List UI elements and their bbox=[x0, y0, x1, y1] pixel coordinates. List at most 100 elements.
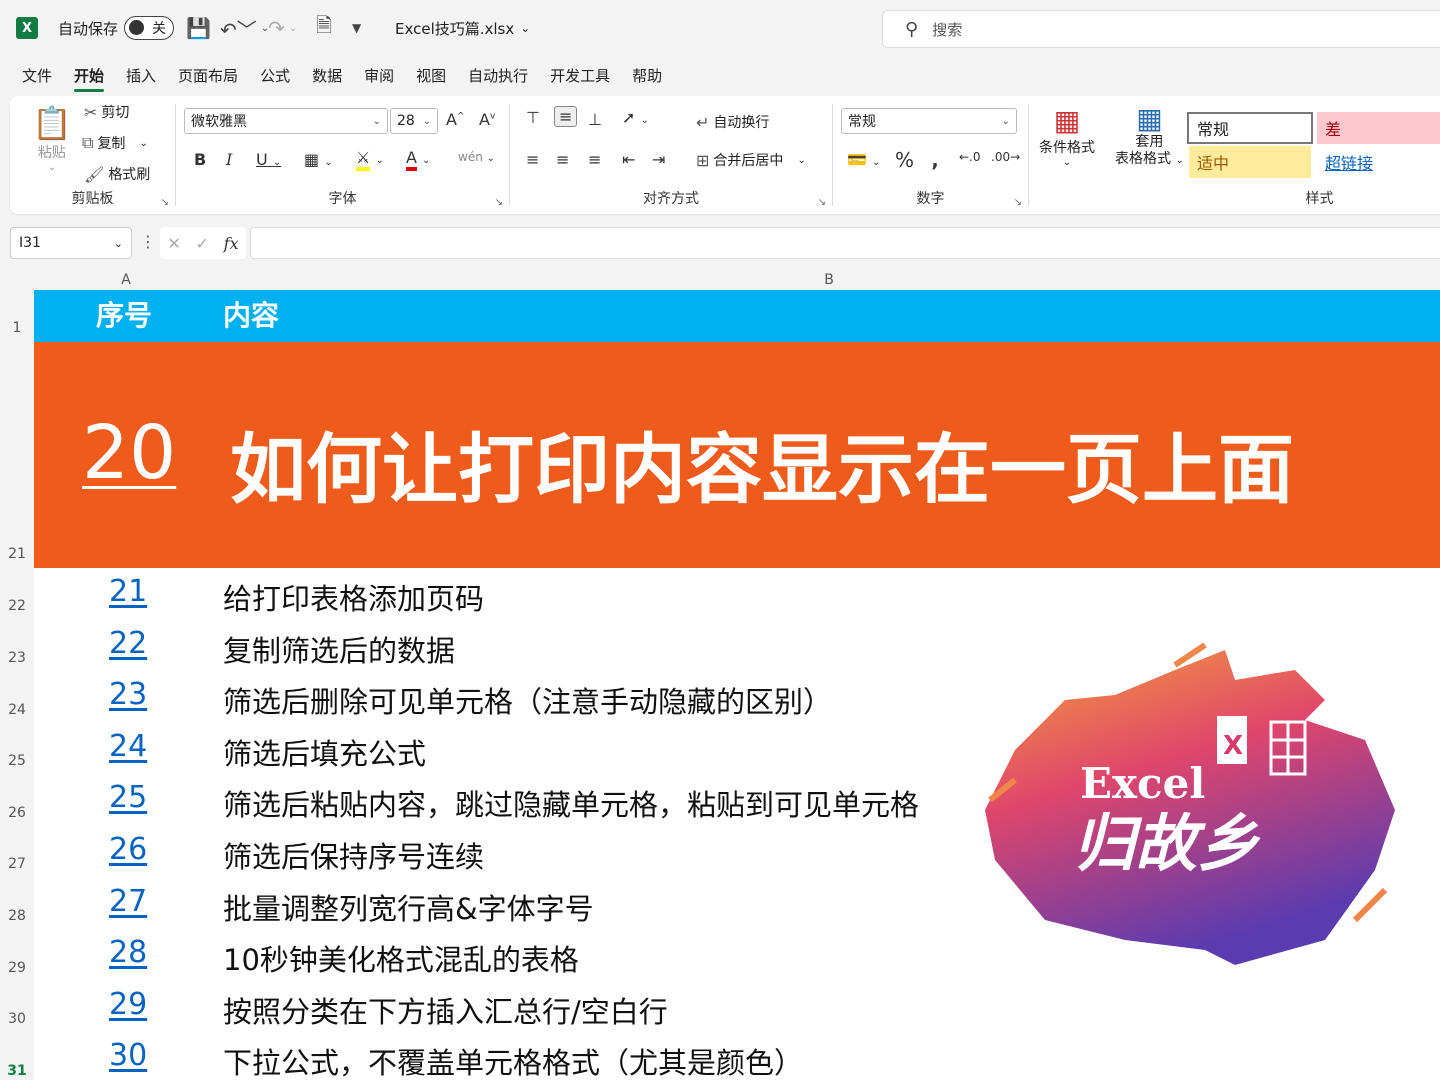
wrap-text-button[interactable]: ↵ 自动换行 bbox=[696, 112, 769, 132]
item-number-link[interactable]: 22 bbox=[109, 626, 147, 661]
decrease-indent-icon[interactable]: ⇤ bbox=[622, 150, 635, 169]
format-painter-button[interactable]: 🖌 格式刷 bbox=[84, 164, 150, 184]
save-icon[interactable]: 💾 bbox=[186, 0, 211, 56]
autosave-toggle[interactable]: 关 bbox=[124, 0, 174, 56]
tab-developer[interactable]: 开发工具 bbox=[550, 59, 610, 92]
item-number-link[interactable]: 26 bbox=[109, 832, 147, 867]
tab-file[interactable]: 文件 bbox=[22, 59, 52, 92]
cut-button[interactable]: ✂ 剪切 bbox=[84, 102, 129, 122]
row-header[interactable]: 30 bbox=[0, 1011, 34, 1027]
ribbon-tabs: 文件 开始 插入 页面布局 公式 数据 审阅 视图 自动执行 开发工具 帮助 bbox=[0, 56, 1440, 94]
tab-formulas[interactable]: 公式 bbox=[260, 59, 290, 92]
conditional-formatting-button[interactable]: ▦ 条件格式 ⌄ bbox=[1039, 104, 1095, 168]
align-right-icon[interactable]: ≡ bbox=[588, 150, 601, 169]
fill-color-icon[interactable]: ⚔ ⌄ bbox=[356, 148, 384, 171]
tab-automate[interactable]: 自动执行 bbox=[468, 59, 528, 92]
font-size-select[interactable]: 28 ⌄ bbox=[390, 108, 438, 134]
row-header[interactable]: 25 bbox=[0, 753, 34, 769]
item-number-link[interactable]: 29 bbox=[109, 987, 147, 1022]
print-preview-icon[interactable]: 🗎 bbox=[316, 0, 332, 56]
row-header[interactable]: 29 bbox=[0, 960, 34, 976]
item-number-link[interactable]: 30 bbox=[109, 1038, 147, 1073]
column-header-b[interactable]: B bbox=[218, 270, 1440, 290]
formula-input[interactable] bbox=[250, 227, 1440, 259]
merge-center-button[interactable]: ⊞ 合并后居中 ⌄ bbox=[696, 150, 806, 170]
align-left-icon[interactable]: ≡ bbox=[526, 150, 539, 169]
tab-help[interactable]: 帮助 bbox=[632, 59, 662, 92]
item-number-link[interactable]: 24 bbox=[109, 729, 147, 764]
borders-icon[interactable]: ▦ ⌄ bbox=[304, 150, 333, 169]
number-format-select[interactable]: 常规 ⌄ bbox=[841, 108, 1017, 134]
item-number-link[interactable]: 23 bbox=[109, 677, 147, 712]
phonetic-icon[interactable]: wén ⌄ bbox=[458, 150, 495, 164]
font-family-select[interactable]: 微软雅黑 ⌄ bbox=[184, 108, 388, 134]
italic-icon[interactable]: I bbox=[226, 150, 232, 169]
increase-decimal-icon[interactable]: ←.0 bbox=[959, 150, 981, 164]
dialog-launcher-icon[interactable]: ↘ bbox=[495, 197, 503, 208]
cancel-icon[interactable]: ✕ bbox=[167, 234, 180, 253]
tab-page-layout[interactable]: 页面布局 bbox=[178, 59, 238, 92]
row-header[interactable]: 23 bbox=[0, 650, 34, 666]
row-header[interactable]: 28 bbox=[0, 908, 34, 924]
align-bottom-icon[interactable]: ⊥ bbox=[588, 110, 602, 129]
paste-button[interactable]: 📋 粘贴 ⌄ bbox=[32, 104, 72, 173]
row-header[interactable]: 21 bbox=[0, 546, 34, 562]
copy-button[interactable]: ⧉ 复制 ⌄ bbox=[82, 133, 148, 153]
table-row[interactable]: 30 下拉公式，不覆盖单元格格式（尤其是颜色） bbox=[34, 1032, 1440, 1080]
name-box[interactable]: I31 ⌄ bbox=[10, 227, 132, 259]
comma-icon[interactable]: ‚ bbox=[931, 148, 939, 172]
align-center-icon[interactable]: ≡ bbox=[556, 150, 569, 169]
styles-group: ▦ 条件格式 ⌄ ▦ 套用 表格格式 ⌄ 常规 差 适中 超链接 样式 bbox=[1029, 96, 1440, 214]
column-header-a[interactable]: A bbox=[34, 270, 218, 290]
align-middle-icon[interactable]: ≡ bbox=[554, 106, 578, 127]
tab-review[interactable]: 审阅 bbox=[364, 59, 394, 92]
header-row[interactable]: 序号 内容 bbox=[34, 290, 1440, 342]
bold-icon[interactable]: B bbox=[194, 150, 206, 169]
row-header[interactable]: 24 bbox=[0, 702, 34, 718]
banner-title: 如何让打印内容显示在一页上面 bbox=[230, 425, 1294, 514]
underline-icon[interactable]: U ⌄ bbox=[256, 150, 281, 169]
orientation-icon[interactable]: ➚ ⌄ bbox=[622, 108, 649, 127]
more-icon[interactable]: ⋮ bbox=[140, 232, 156, 251]
tab-data[interactable]: 数据 bbox=[312, 59, 342, 92]
insert-function-icon[interactable]: fx bbox=[224, 234, 239, 253]
file-name[interactable]: Excel技巧篇.xlsx ⌄ bbox=[395, 0, 530, 56]
dialog-launcher-icon[interactable]: ↘ bbox=[1014, 197, 1022, 208]
redo-icon[interactable]: ↷ ⌄ bbox=[268, 0, 297, 56]
item-number-link[interactable]: 25 bbox=[109, 780, 147, 815]
increase-font-icon[interactable]: A^ bbox=[446, 110, 465, 129]
customize-toolbar-icon[interactable]: ▼ bbox=[352, 0, 361, 56]
increase-indent-icon[interactable]: ⇥ bbox=[652, 150, 665, 169]
style-neutral[interactable]: 适中 bbox=[1189, 146, 1311, 178]
item-number-link[interactable]: 28 bbox=[109, 935, 147, 970]
row-header[interactable]: 31 bbox=[0, 1063, 34, 1079]
row-header[interactable]: 1 bbox=[0, 320, 34, 336]
row-header[interactable]: 22 bbox=[0, 598, 34, 614]
item-number-link[interactable]: 21 bbox=[109, 574, 147, 609]
enter-icon[interactable]: ✓ bbox=[196, 234, 209, 253]
search-box[interactable]: ⚲ 搜索 bbox=[882, 10, 1440, 48]
percent-icon[interactable]: % bbox=[895, 148, 914, 172]
current-topic-banner[interactable]: 20 如何让打印内容显示在一页上面 bbox=[34, 342, 1440, 568]
style-hyperlink[interactable]: 超链接 bbox=[1317, 146, 1440, 178]
font-color-icon[interactable]: A ⌄ bbox=[406, 148, 430, 171]
align-top-icon[interactable]: ⊤ bbox=[526, 108, 540, 127]
table-row[interactable]: 21 给打印表格添加页码 bbox=[34, 568, 1440, 620]
currency-icon[interactable]: 💳 ⌄ bbox=[847, 150, 880, 169]
tab-insert[interactable]: 插入 bbox=[126, 59, 156, 92]
style-bad[interactable]: 差 bbox=[1317, 112, 1440, 144]
table-row[interactable]: 29 按照分类在下方插入汇总行/空白行 bbox=[34, 981, 1440, 1033]
format-as-table-button[interactable]: ▦ 套用 表格格式 ⌄ bbox=[1115, 104, 1184, 169]
item-number-link[interactable]: 27 bbox=[109, 884, 147, 919]
decrease-font-icon[interactable]: Av bbox=[479, 110, 495, 129]
undo-icon[interactable]: ↶﹀ ⌄ bbox=[220, 0, 269, 56]
tab-home[interactable]: 开始 bbox=[74, 59, 105, 92]
decrease-decimal-icon[interactable]: .00→ bbox=[991, 150, 1020, 164]
style-normal[interactable]: 常规 bbox=[1187, 112, 1313, 144]
row-header[interactable]: 27 bbox=[0, 856, 34, 872]
dialog-launcher-icon[interactable]: ↘ bbox=[818, 197, 826, 208]
dialog-launcher-icon[interactable]: ↘ bbox=[161, 197, 169, 208]
row-header[interactable]: 26 bbox=[0, 805, 34, 821]
tab-view[interactable]: 视图 bbox=[416, 59, 446, 92]
row-headers: 1 21 22 23 24 25 26 27 28 29 30 31 bbox=[0, 290, 34, 1080]
